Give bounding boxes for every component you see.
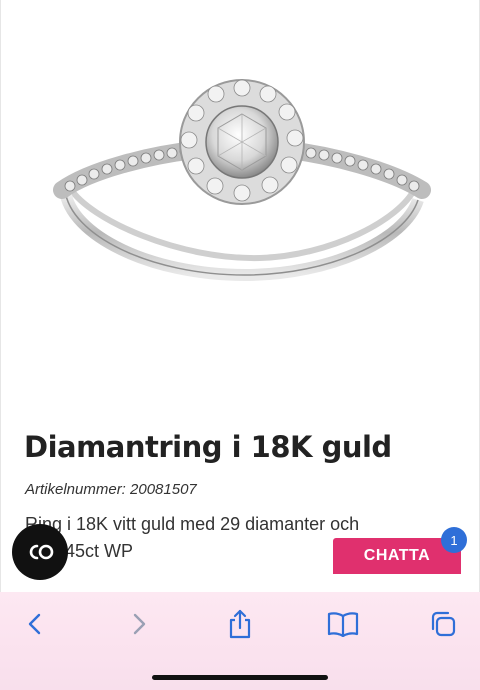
co-logo-icon (29, 544, 54, 560)
article-number-value: 20081507 (130, 481, 197, 498)
bookmarks-button[interactable] (323, 604, 363, 644)
forward-icon (133, 613, 146, 635)
co-floating-button[interactable] (12, 524, 68, 580)
back-button[interactable] (15, 604, 55, 644)
share-icon (229, 609, 251, 639)
article-number: Artikelnummer: 20081507 (25, 481, 197, 498)
home-indicator (152, 675, 328, 680)
product-image-ring[interactable] (30, 70, 450, 340)
article-number-label: Artikelnummer: (25, 481, 126, 498)
share-button[interactable] (220, 604, 260, 644)
bookmarks-icon (327, 612, 359, 637)
page: Diamantring i 18K guld Artikelnummer: 20… (0, 0, 480, 690)
back-icon (28, 613, 41, 635)
tabs-icon (431, 611, 456, 637)
forward-button[interactable] (119, 604, 159, 644)
chat-notification-badge: 1 (441, 527, 467, 553)
product-title: Diamantring i 18K guld (24, 430, 392, 464)
left-border (0, 0, 1, 592)
tabs-button[interactable] (423, 604, 463, 644)
